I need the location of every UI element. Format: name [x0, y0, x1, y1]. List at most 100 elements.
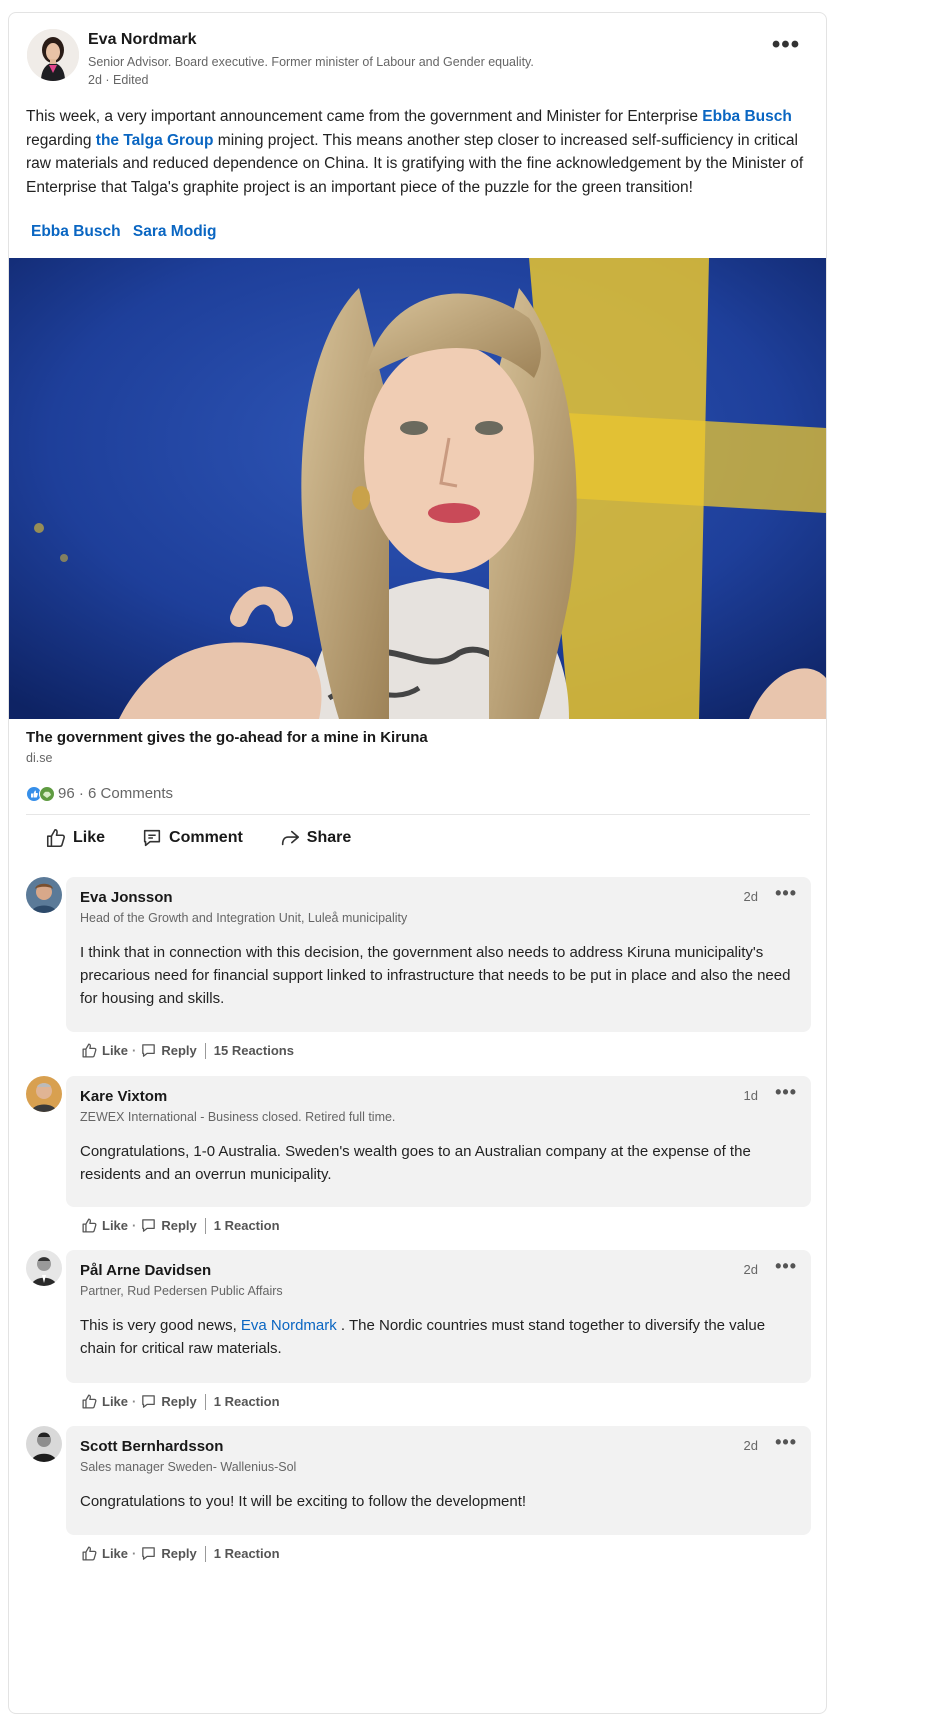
comment-time: 2d	[743, 1262, 758, 1277]
comment-text: Congratulations to you! It will be excit…	[80, 1493, 527, 1510]
more-horizontal-icon[interactable]: •••	[775, 883, 797, 904]
share-label: Share	[306, 829, 352, 846]
comment-bubble-icon	[142, 1044, 156, 1057]
thumbs-up-icon	[82, 1218, 97, 1233]
commenter-name[interactable]: Scott Bernhardsson	[80, 1438, 223, 1455]
comment-text: This is very good news, Eva Nordmark . T…	[80, 1314, 792, 1360]
post-text-part: regarding	[26, 131, 96, 149]
thumbs-up-icon	[46, 828, 65, 848]
post-meta: 2d · Edited	[88, 73, 148, 87]
commenter-avatar[interactable]	[26, 877, 62, 913]
tag-sara-modig[interactable]: Sara Modig	[133, 223, 217, 240]
like-button[interactable]: Like	[45, 827, 105, 849]
separator-bar	[204, 1042, 206, 1059]
comment-reply-button[interactable]: Reply	[140, 1217, 197, 1234]
more-horizontal-icon[interactable]: •••	[775, 1432, 797, 1453]
comment-reply-label: Reply	[161, 1394, 197, 1409]
comment-reply-label: Reply	[161, 1043, 197, 1058]
comment-time: 1d	[743, 1088, 758, 1103]
comment-time: 2d	[743, 889, 758, 904]
comment-bubble-icon	[142, 1395, 156, 1408]
separator-dot: ·	[132, 1218, 137, 1233]
article-title[interactable]: The government gives the go-ahead for a …	[26, 729, 428, 746]
commenter-name[interactable]: Kare Vixtom	[80, 1088, 167, 1105]
post-edited: Edited	[113, 73, 149, 87]
comment-reply-label: Reply	[161, 1218, 197, 1233]
comment-text: I think that in connection with this dec…	[80, 944, 791, 1007]
post-text-part: This week, a very important announcement…	[26, 108, 703, 125]
comment-reactions-count[interactable]: 1 Reaction	[214, 1394, 280, 1409]
support-reaction-icon	[39, 785, 55, 802]
more-horizontal-icon[interactable]: •••	[775, 1256, 797, 1277]
separator-dot: ·	[132, 1546, 137, 1561]
comment-like-label: Like	[102, 1546, 129, 1561]
commenter-headline: Head of the Growth and Integration Unit,…	[80, 911, 408, 925]
comment-reply-button[interactable]: Reply	[140, 1393, 197, 1410]
mention-talga-group[interactable]: the Talga Group	[96, 132, 214, 149]
comment-text: Congratulations, 1-0 Australia. Sweden's…	[80, 1143, 751, 1183]
commenter-name[interactable]: Eva Jonsson	[80, 889, 173, 906]
commenter-avatar[interactable]	[26, 1076, 62, 1112]
post-tags: Ebba Busch Sara Modig	[31, 223, 224, 241]
comment-like-button[interactable]: Like	[81, 1393, 128, 1410]
comment-bubble-icon	[142, 1219, 156, 1232]
comment-like-button[interactable]: Like	[81, 1042, 128, 1059]
author-headline: Senior Advisor. Board executive. Former …	[88, 55, 534, 69]
separator-bar	[204, 1217, 206, 1234]
reaction-comment-counts: 96 · 6 Comments	[58, 785, 174, 802]
mention-ebba-busch[interactable]: Ebba Busch	[702, 108, 792, 125]
thumbs-up-icon	[82, 1394, 97, 1409]
separator-bar	[204, 1545, 206, 1562]
meta-dot: ·	[105, 73, 114, 87]
comment-reply-button[interactable]: Reply	[140, 1545, 197, 1562]
comment-button[interactable]: Comment	[141, 827, 243, 849]
comment-bubble-icon	[143, 829, 161, 847]
mention-eva-nordmark[interactable]: Eva Nordmark	[241, 1317, 337, 1334]
author-name[interactable]: Eva Nordmark	[88, 31, 197, 49]
divider	[26, 814, 810, 815]
more-horizontal-icon[interactable]: •••	[775, 1082, 797, 1103]
comment-label: Comment	[169, 829, 243, 846]
commenter-avatar[interactable]	[26, 1250, 62, 1286]
comment-reactions-count[interactable]: 1 Reaction	[214, 1546, 280, 1561]
comment-bubble: Scott Bernhardsson Sales manager Sweden-…	[66, 1426, 811, 1535]
comment-reactions-count[interactable]: 15 Reactions	[214, 1043, 294, 1058]
commenter-avatar[interactable]	[26, 1426, 62, 1462]
author-avatar[interactable]	[27, 29, 79, 81]
comment-reactions-count[interactable]: 1 Reaction	[214, 1218, 280, 1233]
reaction-icons	[26, 785, 55, 802]
comment-like-label: Like	[102, 1394, 129, 1409]
separator-bar	[204, 1393, 206, 1410]
comment-reply-label: Reply	[161, 1546, 197, 1561]
social-counts[interactable]: 96 · 6 Comments	[26, 785, 173, 802]
more-horizontal-icon[interactable]: •••	[770, 33, 802, 59]
post-card: Eva Nordmark Senior Advisor. Board execu…	[8, 12, 827, 1714]
separator-dot: ·	[132, 1043, 137, 1058]
post-time: 2d	[88, 73, 102, 87]
post-body: This week, a very important announcement…	[26, 105, 816, 199]
post-header: Eva Nordmark Senior Advisor. Board execu…	[9, 13, 826, 93]
commenter-headline: ZEWEX International - Business closed. R…	[80, 1110, 396, 1124]
comment-bubble: Kare Vixtom ZEWEX International - Busine…	[66, 1076, 811, 1207]
tag-ebba-busch[interactable]: Ebba Busch	[31, 223, 121, 240]
comment-actions: Like · Reply 1 Reaction	[81, 1217, 280, 1234]
comment-actions: Like · Reply 1 Reaction	[81, 1545, 280, 1562]
comment-bubble-icon	[142, 1547, 156, 1560]
comment-bubble: Pål Arne Davidsen Partner, Rud Pedersen …	[66, 1250, 811, 1383]
thumbs-up-icon	[82, 1043, 97, 1058]
comment-bubble: Eva Jonsson Head of the Growth and Integ…	[66, 877, 811, 1032]
comment-like-label: Like	[102, 1218, 129, 1233]
comment-like-button[interactable]: Like	[81, 1217, 128, 1234]
comment-reply-button[interactable]: Reply	[140, 1042, 197, 1059]
like-label: Like	[73, 829, 106, 846]
comment-actions: Like · Reply 1 Reaction	[81, 1393, 280, 1410]
commenter-headline: Sales manager Sweden- Wallenius-Sol	[80, 1460, 297, 1474]
article-image[interactable]	[9, 258, 826, 719]
post-action-bar: Like Comment Share	[45, 827, 387, 849]
comment-like-label: Like	[102, 1043, 129, 1058]
comment-like-button[interactable]: Like	[81, 1545, 128, 1562]
commenter-name[interactable]: Pål Arne Davidsen	[80, 1262, 211, 1279]
separator-dot: ·	[132, 1394, 137, 1409]
share-button[interactable]: Share	[279, 827, 351, 849]
commenter-headline: Partner, Rud Pedersen Public Affairs	[80, 1284, 283, 1298]
